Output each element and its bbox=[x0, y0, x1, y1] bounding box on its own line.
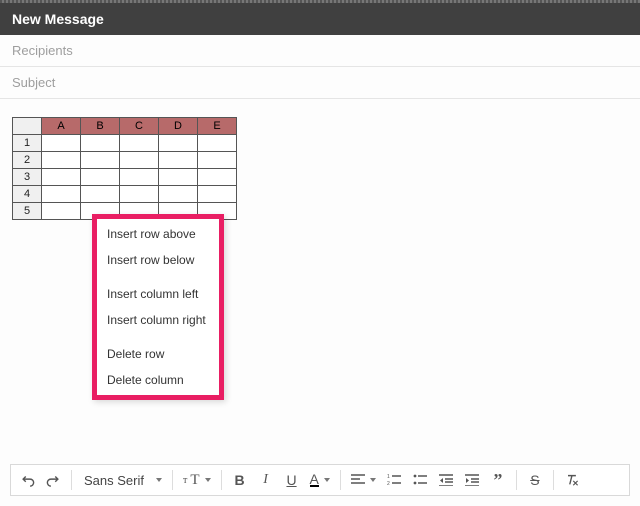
col-header[interactable]: E bbox=[198, 118, 237, 135]
table-cell[interactable] bbox=[120, 152, 159, 169]
svg-text:1: 1 bbox=[387, 474, 390, 480]
toolbar-separator bbox=[172, 470, 173, 490]
table-cell[interactable] bbox=[120, 186, 159, 203]
font-picker-label: Sans Serif bbox=[84, 473, 144, 488]
text-color-icon: A bbox=[310, 473, 319, 487]
table-cell[interactable] bbox=[42, 169, 81, 186]
toolbar-separator bbox=[516, 470, 517, 490]
table-cell[interactable] bbox=[159, 135, 198, 152]
size-small-icon: т bbox=[183, 475, 187, 486]
table-cell[interactable] bbox=[120, 169, 159, 186]
numbered-list-button[interactable]: 12 bbox=[382, 468, 406, 492]
table-cell[interactable] bbox=[159, 186, 198, 203]
format-toolbar: Sans Serif т T B I U A 12 ” S bbox=[10, 464, 630, 496]
indent-less-button[interactable] bbox=[434, 468, 458, 492]
subject-field[interactable]: Subject bbox=[0, 67, 640, 99]
ctx-insert-row-above[interactable]: Insert row above bbox=[93, 221, 223, 247]
svg-text:2: 2 bbox=[387, 481, 390, 486]
row-header[interactable]: 2 bbox=[13, 152, 42, 169]
ctx-insert-column-left[interactable]: Insert column left bbox=[93, 281, 223, 307]
inserted-table[interactable]: A B C D E 1 2 3 4 5 bbox=[12, 117, 237, 220]
ctx-insert-column-right[interactable]: Insert column right bbox=[93, 307, 223, 333]
ctx-separator bbox=[93, 273, 223, 281]
toolbar-separator bbox=[221, 470, 222, 490]
align-button[interactable] bbox=[347, 468, 380, 492]
table-cell[interactable] bbox=[81, 135, 120, 152]
toolbar-separator bbox=[340, 470, 341, 490]
compose-header: New Message bbox=[0, 3, 640, 35]
ctx-separator bbox=[93, 333, 223, 341]
font-size-button[interactable]: т T bbox=[179, 468, 215, 492]
indent-more-button[interactable] bbox=[460, 468, 484, 492]
undo-button[interactable] bbox=[15, 468, 39, 492]
ctx-insert-row-below[interactable]: Insert row below bbox=[93, 247, 223, 273]
table-cell[interactable] bbox=[42, 135, 81, 152]
text-color-button[interactable]: A bbox=[306, 468, 334, 492]
quote-button[interactable]: ” bbox=[486, 468, 510, 492]
table-cell[interactable] bbox=[42, 186, 81, 203]
size-large-icon: T bbox=[190, 472, 199, 489]
table-cell[interactable] bbox=[120, 135, 159, 152]
col-header[interactable]: C bbox=[120, 118, 159, 135]
table-cell[interactable] bbox=[81, 169, 120, 186]
chevron-down-icon bbox=[324, 478, 330, 482]
bold-button[interactable]: B bbox=[228, 468, 252, 492]
font-picker[interactable]: Sans Serif bbox=[78, 473, 166, 488]
recipients-field[interactable]: Recipients bbox=[0, 35, 640, 67]
chevron-down-icon bbox=[370, 478, 376, 482]
ctx-delete-column[interactable]: Delete column bbox=[93, 367, 223, 393]
chevron-down-icon bbox=[156, 478, 162, 482]
row-header[interactable]: 1 bbox=[13, 135, 42, 152]
table-cell[interactable] bbox=[198, 186, 237, 203]
compose-title: New Message bbox=[12, 11, 104, 27]
table-corner[interactable] bbox=[13, 118, 42, 135]
row-header[interactable]: 5 bbox=[13, 203, 42, 220]
redo-button[interactable] bbox=[41, 468, 65, 492]
table-cell[interactable] bbox=[159, 152, 198, 169]
table-cell[interactable] bbox=[81, 186, 120, 203]
table-cell[interactable] bbox=[159, 169, 198, 186]
table-cell[interactable] bbox=[42, 203, 81, 220]
ctx-delete-row[interactable]: Delete row bbox=[93, 341, 223, 367]
table-cell[interactable] bbox=[81, 152, 120, 169]
italic-button[interactable]: I bbox=[254, 468, 278, 492]
col-header[interactable]: B bbox=[81, 118, 120, 135]
align-left-icon bbox=[351, 474, 365, 486]
col-header[interactable]: A bbox=[42, 118, 81, 135]
bulleted-list-button[interactable] bbox=[408, 468, 432, 492]
toolbar-separator bbox=[553, 470, 554, 490]
row-header[interactable]: 4 bbox=[13, 186, 42, 203]
chevron-down-icon bbox=[205, 478, 211, 482]
recipients-placeholder: Recipients bbox=[12, 43, 73, 58]
table-cell[interactable] bbox=[198, 135, 237, 152]
strikethrough-button[interactable]: S bbox=[523, 468, 547, 492]
subject-placeholder: Subject bbox=[12, 75, 55, 90]
underline-button[interactable]: U bbox=[280, 468, 304, 492]
table-cell[interactable] bbox=[198, 169, 237, 186]
toolbar-separator bbox=[71, 470, 72, 490]
row-header[interactable]: 3 bbox=[13, 169, 42, 186]
table-context-menu: Insert row above Insert row below Insert… bbox=[92, 214, 224, 400]
table-cell[interactable] bbox=[42, 152, 81, 169]
table-cell[interactable] bbox=[198, 152, 237, 169]
compose-body[interactable]: A B C D E 1 2 3 4 5 bbox=[0, 99, 640, 220]
remove-formatting-button[interactable] bbox=[560, 468, 584, 492]
col-header[interactable]: D bbox=[159, 118, 198, 135]
